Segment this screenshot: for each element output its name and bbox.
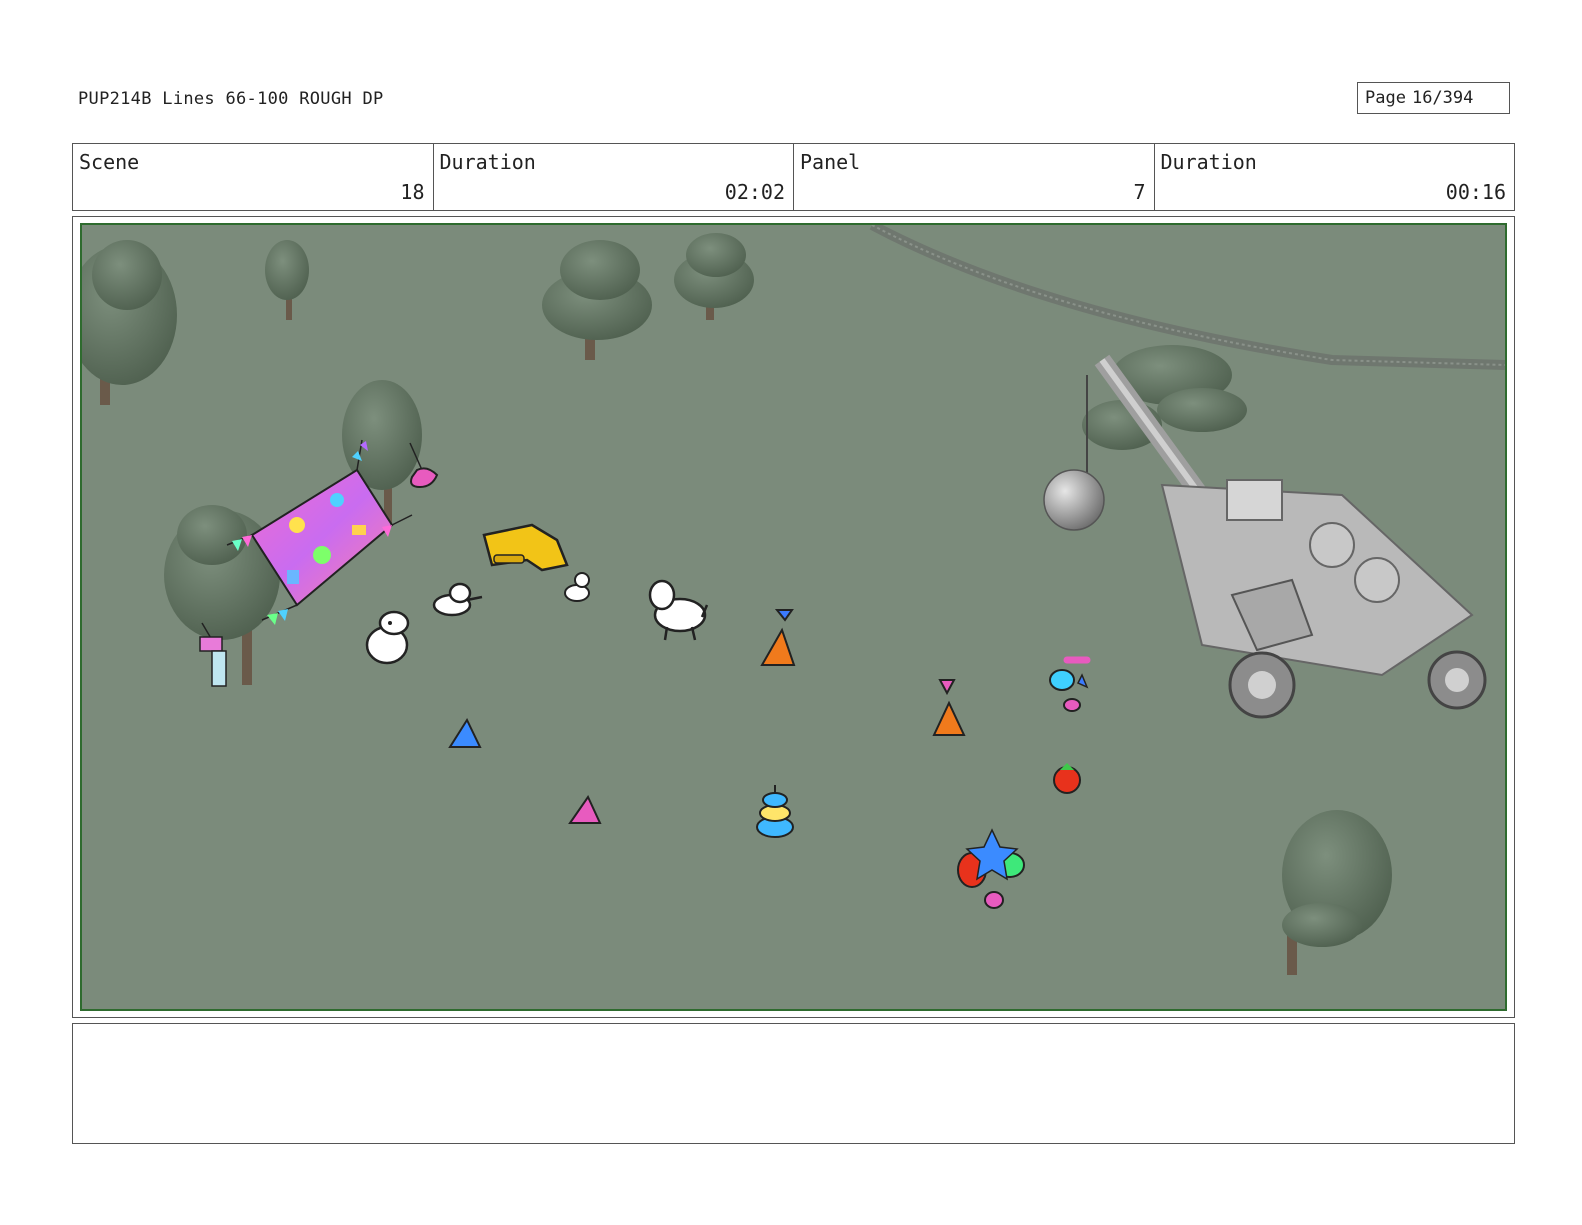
scene-duration-label: Duration	[439, 150, 536, 174]
wrecking-ball	[1043, 469, 1105, 531]
scene-duration-cell: Duration 02:02	[434, 144, 794, 210]
document-title: PUP214B Lines 66-100 ROUGH DP	[78, 89, 384, 109]
page-number: 16/394	[1411, 88, 1474, 108]
page-indicator: Page 16/394	[1357, 82, 1510, 114]
panel-value: 7	[1133, 180, 1146, 204]
scene-cell: Scene 18	[73, 144, 434, 210]
panel-label: Panel	[800, 150, 861, 174]
panel-notes-box[interactable]	[72, 1023, 1515, 1144]
storyboard-panel-image	[80, 223, 1507, 1011]
panel-duration-cell: Duration 00:16	[1155, 144, 1515, 210]
panel-cell: Panel 7	[794, 144, 1155, 210]
scene-label: Scene	[79, 150, 140, 174]
panel-duration-value: 00:16	[1445, 180, 1506, 204]
panel-duration-label: Duration	[1160, 150, 1257, 174]
scene-value: 18	[400, 180, 425, 204]
scene-duration-value: 02:02	[724, 180, 785, 204]
page-label: Page	[1365, 88, 1406, 108]
panel-info-table: Scene 18 Duration 02:02 Panel 7 Duration…	[72, 143, 1515, 211]
